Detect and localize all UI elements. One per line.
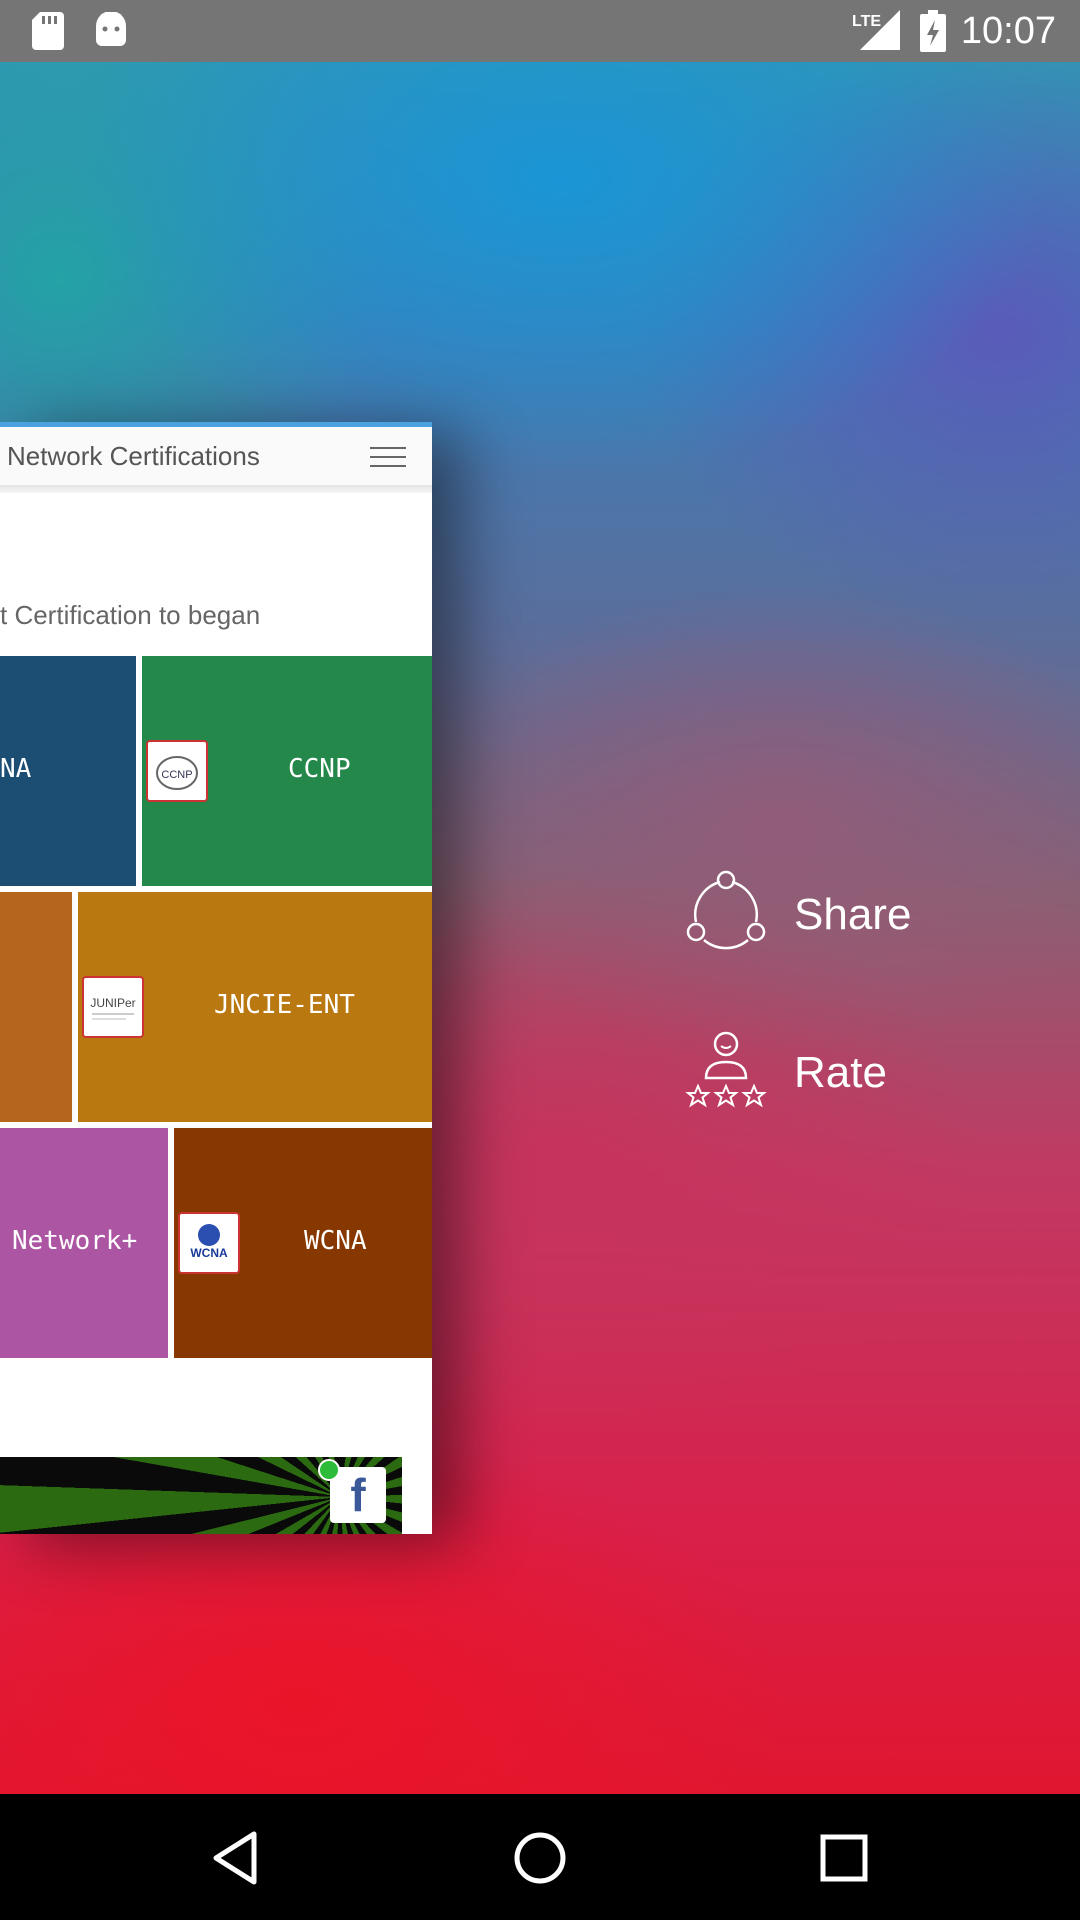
rate-menu-item[interactable]: Rate xyxy=(684,1028,887,1117)
ccnp-logo-icon: CCNP xyxy=(146,740,208,802)
tile-ccnp[interactable]: CCNP CCNP xyxy=(142,656,432,886)
tile-label: CCNP xyxy=(288,754,351,784)
tile-network-plus[interactable]: Network+ xyxy=(0,1128,168,1358)
tile-ccna[interactable]: NA xyxy=(0,656,136,886)
app-toolbar: Network Certifications xyxy=(0,427,432,485)
svg-text:CCNP: CCNP xyxy=(161,769,192,781)
tile-wcna[interactable]: WCNA WCNA xyxy=(174,1128,432,1358)
sd-card-icon xyxy=(32,12,64,55)
svg-text:JUNIPer: JUNIPer xyxy=(90,996,135,1010)
wcna-logo-icon: WCNA xyxy=(178,1212,240,1274)
home-icon[interactable] xyxy=(510,1828,570,1888)
share-label: Share xyxy=(794,889,912,939)
navigation-bar xyxy=(0,1794,1080,1920)
android-icon xyxy=(94,11,128,53)
share-menu-item[interactable]: Share xyxy=(684,870,911,959)
tile-unknown[interactable] xyxy=(0,892,72,1122)
status-time: 10:07 xyxy=(960,10,1056,52)
ad-banner[interactable]: f xyxy=(0,1457,402,1534)
rate-icon xyxy=(684,1028,768,1117)
toolbar-shadow xyxy=(0,485,432,493)
rate-label: Rate xyxy=(794,1047,887,1097)
recents-icon[interactable] xyxy=(814,1828,874,1888)
tile-label: Network+ xyxy=(12,1226,138,1256)
page-title: Network Certifications xyxy=(7,441,260,471)
download-badge-icon xyxy=(318,1459,340,1481)
svg-text:LTE: LTE xyxy=(852,13,881,30)
lte-signal-icon: LTE xyxy=(852,10,900,55)
app-preview-card[interactable]: Network Certifications t Certification t… xyxy=(0,422,432,1534)
share-icon xyxy=(684,870,768,959)
menu-icon[interactable] xyxy=(370,447,406,469)
tile-jncie-ent[interactable]: JUNIPer JNCIE-ENT xyxy=(78,892,432,1122)
status-bar: LTE 10:07 xyxy=(0,0,1080,62)
tile-label: WCNA xyxy=(304,1226,367,1256)
back-icon[interactable] xyxy=(206,1828,266,1888)
battery-charging-icon xyxy=(920,10,946,57)
select-certification-prompt: t Certification to began xyxy=(0,600,261,630)
svg-text:WCNA: WCNA xyxy=(190,1246,228,1260)
juniper-logo-icon: JUNIPer xyxy=(82,976,144,1038)
tile-label: NA xyxy=(0,754,32,784)
tile-label: JNCIE-ENT xyxy=(214,990,355,1020)
